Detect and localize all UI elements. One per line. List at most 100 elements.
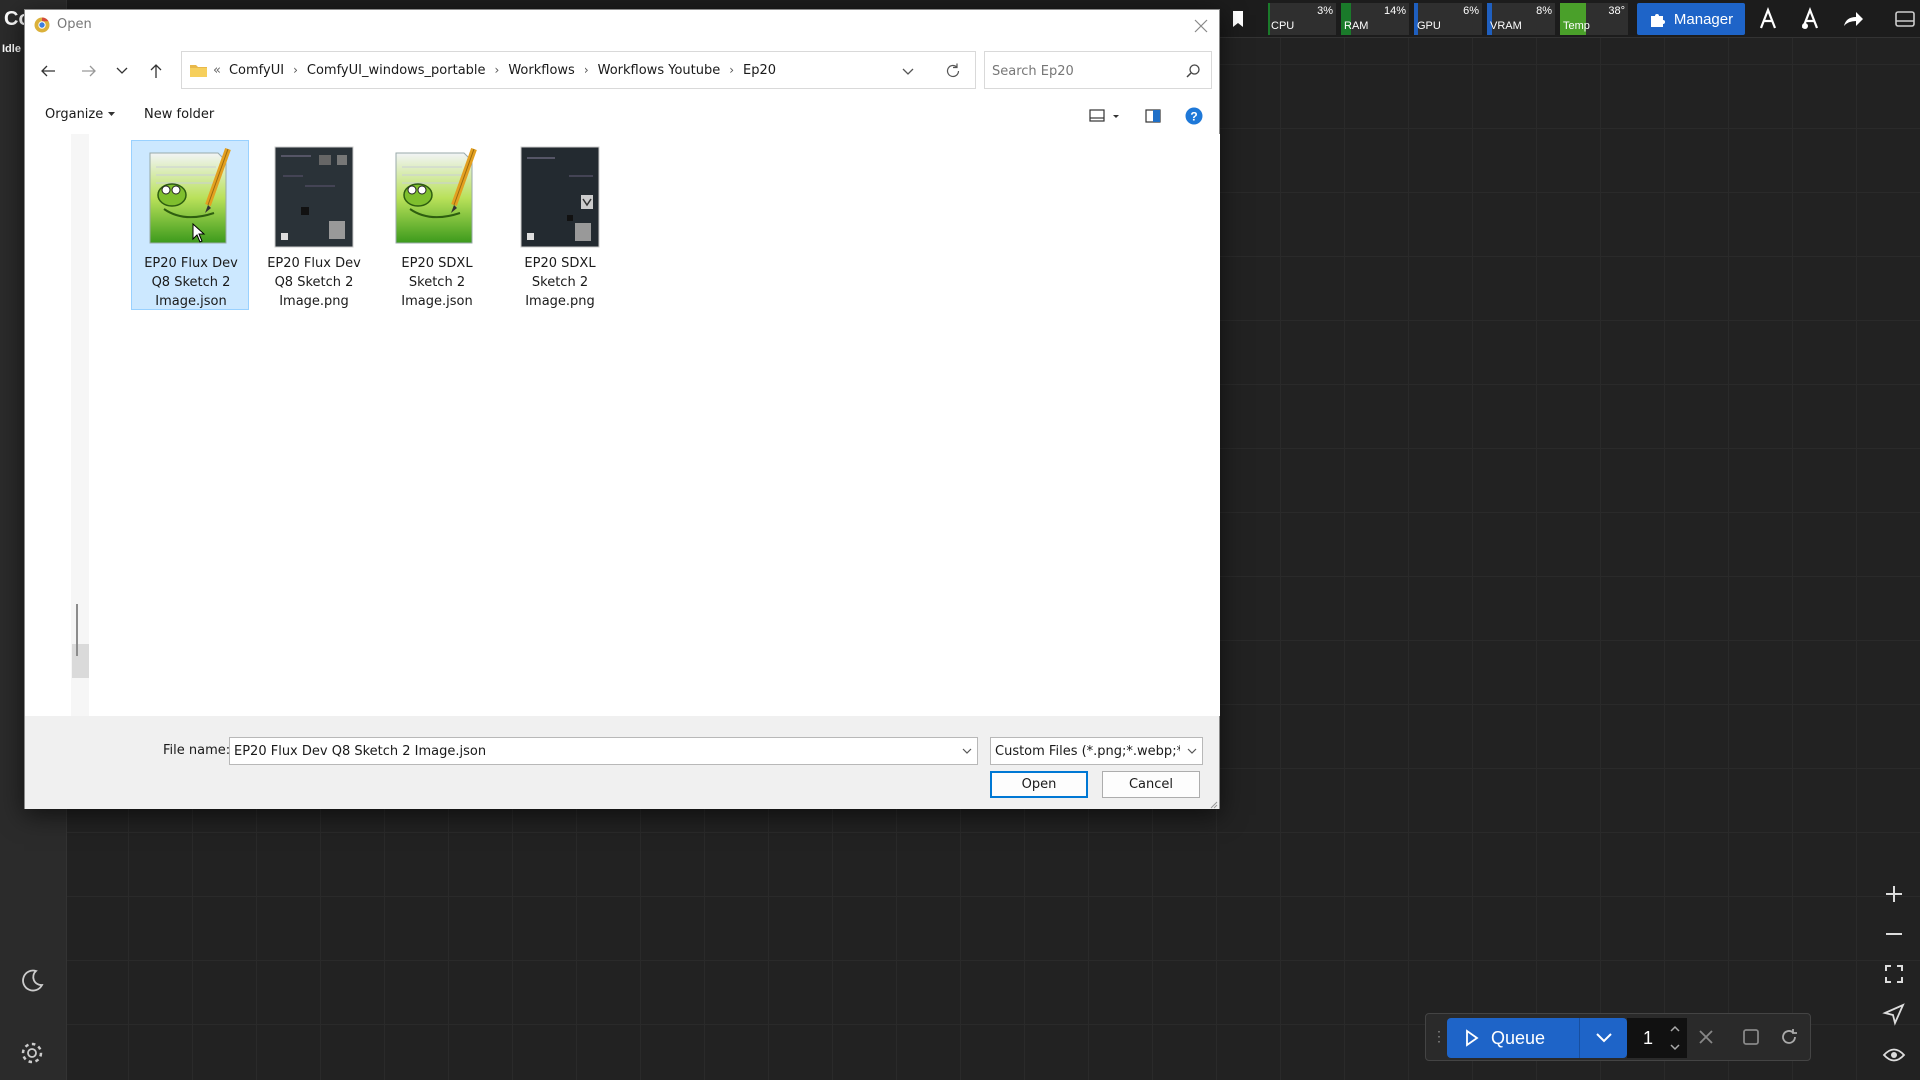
address-history-chevron-icon[interactable] (899, 62, 917, 80)
navigation-pane-scrollbar[interactable] (71, 134, 112, 716)
file-name-line: Sketch 2 (531, 275, 589, 290)
new-folder-button[interactable]: New folder (144, 107, 214, 122)
bookmark-icon[interactable] (1226, 6, 1250, 32)
file-name-line: EP20 Flux Dev (144, 256, 238, 271)
temp-monitor: 38° Temp (1560, 3, 1628, 35)
file-name-line: Sketch 2 (408, 275, 466, 290)
model-upload-icon[interactable] (1797, 6, 1823, 32)
file-name: EP20 SDXL Sketch 2 Image.png (501, 254, 619, 311)
breadcrumb-separator-icon[interactable]: › (293, 63, 298, 77)
breadcrumb-separator-icon[interactable]: › (584, 63, 589, 77)
close-icon[interactable] (1189, 14, 1213, 38)
file-name-line: EP20 SDXL (524, 256, 596, 271)
zoom-in-icon[interactable] (1880, 880, 1908, 908)
file-item-flux-json[interactable]: EP20 Flux Dev Q8 Sketch 2 Image.json (131, 140, 249, 310)
file-item-sdxl-json[interactable]: EP20 SDXL Sketch 2 Image.json (377, 140, 495, 310)
file-name-line: Q8 Sketch 2 (151, 275, 231, 290)
file-name-line: Q8 Sketch 2 (274, 275, 354, 290)
search-icon[interactable] (1185, 63, 1201, 79)
navigation-bar: « ComfyUI › ComfyUI_windows_portable › W… (25, 50, 1219, 90)
organize-button[interactable]: Organize (45, 107, 116, 122)
dialog-title: Open (57, 17, 92, 32)
help-icon[interactable]: ? (1184, 106, 1204, 126)
vram-monitor: 8% VRAM (1487, 3, 1555, 35)
breadcrumb-comfyui[interactable]: ComfyUI (229, 63, 284, 78)
theme-moon-icon[interactable] (18, 966, 46, 994)
ram-label: RAM (1344, 20, 1369, 32)
queue-button[interactable]: Queue (1447, 1018, 1579, 1058)
file-name-line: Image.json (155, 294, 227, 309)
manager-button[interactable]: Manager (1637, 3, 1745, 35)
manager-label: Manager (1673, 10, 1734, 28)
status-label: Idle (2, 43, 21, 55)
back-arrow-icon[interactable] (37, 60, 59, 82)
file-name-line: EP20 SDXL (401, 256, 473, 271)
file-name-input[interactable]: EP20 Flux Dev Q8 Sketch 2 Image.json (229, 737, 978, 765)
breadcrumb-separator-icon[interactable]: › (729, 63, 734, 77)
breadcrumb-ep20[interactable]: Ep20 (743, 63, 776, 78)
pane-splitter[interactable] (76, 604, 78, 656)
batch-count-input[interactable]: 1 (1627, 1018, 1687, 1058)
share-icon[interactable] (1840, 6, 1866, 32)
queue-mode-dropdown[interactable] (1579, 1018, 1627, 1058)
notepad-file-icon (388, 145, 486, 249)
temp-label: Temp (1563, 20, 1590, 32)
refresh-icon[interactable] (943, 61, 963, 81)
eye-icon[interactable] (1880, 1041, 1908, 1069)
model-download-icon[interactable] (1755, 6, 1781, 32)
search-box[interactable] (984, 51, 1212, 89)
resize-grip-icon[interactable] (1208, 798, 1218, 809)
file-list[interactable]: EP20 Flux Dev Q8 Sketch 2 Image.json EP2… (89, 134, 1220, 716)
address-bar[interactable]: « ComfyUI › ComfyUI_windows_portable › W… (181, 51, 976, 89)
drag-handle-icon[interactable]: ⋮ (1432, 1028, 1446, 1045)
file-name-history-chevron-icon[interactable] (960, 744, 974, 758)
breadcrumb-overflow[interactable]: « (213, 63, 221, 78)
search-input[interactable] (992, 61, 1182, 81)
file-name: EP20 Flux Dev Q8 Sketch 2 Image.json (132, 254, 250, 311)
file-type-select[interactable]: Custom Files (*.png;*.webp;*.flac (990, 737, 1203, 765)
cancel-run-icon[interactable] (1696, 1027, 1716, 1052)
open-button[interactable]: Open (990, 771, 1088, 798)
queue-label: Queue (1491, 1027, 1546, 1048)
preview-pane-icon[interactable] (1143, 106, 1163, 126)
fit-view-icon[interactable] (1880, 960, 1908, 988)
cpu-label: CPU (1271, 20, 1295, 32)
file-name-line: EP20 Flux Dev (267, 256, 361, 271)
mouse-cursor-icon (192, 223, 206, 243)
settings-gear-icon[interactable] (18, 1039, 46, 1067)
navigation-pane[interactable] (26, 134, 71, 716)
file-name: EP20 Flux Dev Q8 Sketch 2 Image.png (255, 254, 373, 311)
up-arrow-icon[interactable] (145, 60, 167, 82)
file-item-flux-png[interactable]: EP20 Flux Dev Q8 Sketch 2 Image.png (254, 140, 372, 310)
svg-text:?: ? (1190, 110, 1197, 124)
cancel-button[interactable]: Cancel (1102, 771, 1200, 798)
panel-toggle-icon[interactable] (1892, 6, 1918, 32)
refresh-queue-icon[interactable] (1778, 1026, 1800, 1053)
image-thumbnail (511, 145, 609, 249)
locate-arrow-icon[interactable] (1880, 1000, 1908, 1028)
vram-percent: 8% (1536, 5, 1552, 17)
gpu-monitor: 6% GPU (1414, 3, 1482, 35)
view-options-icon[interactable] (1088, 106, 1119, 126)
batch-stepper-icon[interactable] (1669, 1024, 1681, 1052)
command-bar: Organize New folder ? (25, 102, 1219, 130)
ram-monitor: 14% RAM (1341, 3, 1409, 35)
stop-icon[interactable] (1741, 1027, 1761, 1052)
breadcrumb-workflows-youtube[interactable]: Workflows Youtube (598, 63, 721, 78)
cpu-bar (1268, 3, 1270, 35)
zoom-out-icon[interactable] (1880, 920, 1908, 948)
breadcrumb-separator-icon[interactable]: › (495, 63, 500, 77)
breadcrumb-workflows[interactable]: Workflows (508, 63, 574, 78)
dialog-titlebar[interactable]: Open (25, 10, 1219, 40)
forward-arrow-icon[interactable] (78, 60, 100, 82)
breadcrumb-portable[interactable]: ComfyUI_windows_portable (307, 63, 486, 78)
file-name: EP20 SDXL Sketch 2 Image.json (378, 254, 496, 311)
chevron-down-icon[interactable] (1185, 744, 1199, 758)
vram-label: VRAM (1490, 20, 1522, 32)
gpu-percent: 6% (1463, 5, 1479, 17)
ram-percent: 14% (1383, 5, 1406, 17)
image-thumbnail (265, 145, 363, 249)
file-item-sdxl-png[interactable]: EP20 SDXL Sketch 2 Image.png (500, 140, 618, 310)
cpu-monitor: 3% CPU (1268, 3, 1336, 35)
recent-locations-chevron-icon[interactable] (111, 60, 133, 82)
